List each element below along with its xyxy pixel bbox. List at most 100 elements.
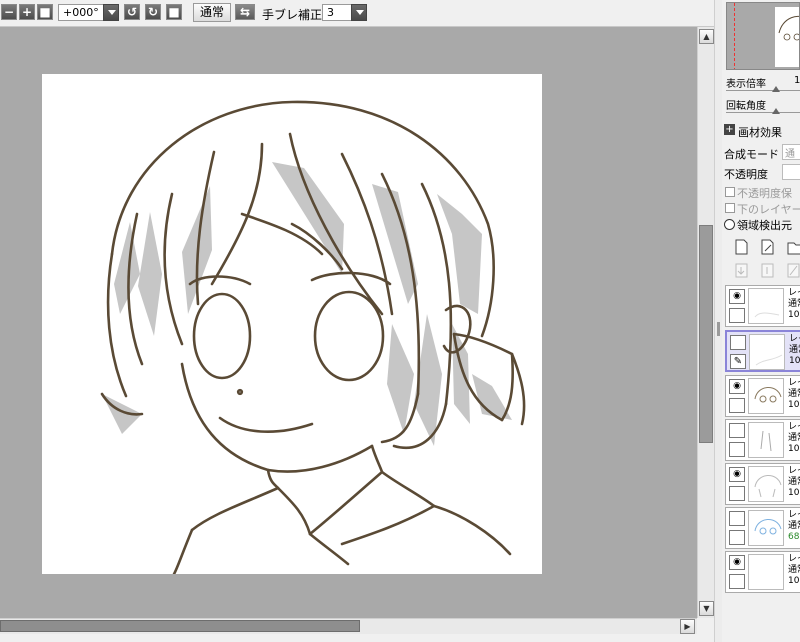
eye-icon: ◉ [733,469,741,479]
layer-item[interactable]: レイ 通常 68% [725,507,800,549]
new-layer-icon[interactable] [735,239,748,255]
layer-item[interactable]: ◉ レイ 通常 100 [725,285,800,327]
protect-opacity-label: 不透明度保 [737,187,792,200]
divider-grip[interactable] [717,322,720,336]
layer-lock-checkbox[interactable] [729,574,745,589]
layer-opacity: 100 [789,356,800,366]
blend-mode-label: 合成モード [724,148,779,161]
rotate-ccw-icon: ↺ [126,5,138,19]
layer-visibility-toggle[interactable] [729,511,745,526]
horizontal-scroll-thumb[interactable] [0,620,360,632]
layer-visibility-toggle[interactable]: ◉ [729,289,745,304]
new-linework-layer-icon[interactable] [761,239,774,255]
canvas-workspace[interactable] [0,27,697,618]
layer-visibility-toggle[interactable] [729,423,745,438]
layer-thumbnail [749,334,785,370]
ink-lines [100,100,526,576]
layer-lock-checkbox[interactable] [729,308,745,323]
stabilizer-dropdown-arrow[interactable] [351,4,367,21]
square-icon: ■ [168,5,180,19]
merge-down-icon[interactable] [735,263,748,278]
arrow-up-icon: ▲ [703,32,710,41]
layer-thumbnail [748,422,784,458]
layer-mode: 通常 [788,521,800,531]
area-source-label: 領域検出元 [737,219,792,232]
navigator-view-marker [734,3,735,69]
layer-mode: 通常 [788,299,800,309]
scroll-up-button[interactable]: ▲ [699,29,714,44]
minus-icon: − [3,5,15,19]
character-sketch [100,100,526,576]
layer-item[interactable]: ◉ レイ 通常 100 [725,551,800,593]
layer-edit-indicator[interactable]: ✎ [730,354,746,369]
reset-rotation-button[interactable]: ■ [166,4,182,20]
plus-zoom-button[interactable]: + [19,4,35,20]
drawing-canvas[interactable] [42,74,542,576]
layer-opacity: 100 [788,400,800,410]
zoom-slider-knob[interactable] [772,86,780,92]
layer-mode: 通常 [788,389,800,399]
navigator-thumbnail [775,7,799,67]
square-icon: ■ [39,5,51,19]
stabilizer-label: 手ブレ補正 [262,8,323,22]
layer-name: レイ [788,422,800,432]
layer-lock-checkbox[interactable] [729,442,745,457]
layer-name: レイ [788,378,800,388]
clear-layer-icon[interactable] [787,263,800,278]
zoom-slider-track[interactable] [726,90,800,91]
arrow-right-icon: ▶ [684,622,691,631]
layer-name: レイ [788,466,800,476]
layer-visibility-toggle[interactable] [730,335,746,350]
rotate-cw-icon: ↻ [147,5,159,19]
blend-mode-select[interactable]: 通 [782,144,800,160]
vertical-scroll-thumb[interactable] [699,225,713,443]
vertical-scrollbar[interactable]: ▲ ▼ [697,27,715,618]
flip-arrows-icon: ⇆ [239,5,251,19]
layer-name: レイ [788,288,800,298]
layer-item[interactable]: レイ 通常 100 [725,419,800,461]
zoom-label: 表示倍率 [726,79,766,90]
layer-item-selected[interactable]: ✎ レイ 通常 100 [725,330,800,372]
clip-lower-checkbox[interactable] [725,203,735,213]
layer-item[interactable]: ◉ レイ 通常 100 [725,375,800,417]
layer-visibility-toggle[interactable]: ◉ [729,379,745,394]
rotation-dropdown-arrow[interactable] [103,4,119,21]
minus-zoom-button[interactable]: − [1,4,17,20]
rotate-left-button[interactable]: ↺ [124,4,140,20]
layer-item[interactable]: ◉ レイ 通常 100 [725,463,800,505]
layer-lock-checkbox[interactable] [729,530,745,545]
layer-visibility-toggle[interactable]: ◉ [729,467,745,482]
layer-actions-row-1 [735,239,800,255]
protect-opacity-checkbox[interactable] [725,187,735,197]
opacity-label: 不透明度 [724,168,768,181]
plus-icon: + [21,5,33,19]
rotate-right-button[interactable]: ↻ [145,4,161,20]
eye-icon: ◉ [733,557,741,567]
layer-thumbnail [748,466,784,502]
layer-name: レイ [788,510,800,520]
rotation-slider-track[interactable] [726,112,800,113]
layer-lock-checkbox[interactable] [729,486,745,501]
expand-plus-icon[interactable]: + [724,124,735,135]
horizontal-scrollbar[interactable]: ▶ [0,618,697,634]
opacity-field[interactable] [782,164,800,180]
navigator-preview[interactable] [726,2,800,70]
blend-normal-button[interactable]: 通常 [193,3,231,22]
layer-lock-checkbox[interactable] [729,398,745,413]
area-source-radio[interactable] [724,219,735,230]
scroll-down-button[interactable]: ▼ [699,601,714,616]
flip-horizontal-button[interactable]: ⇆ [235,4,255,20]
layer-thumbnail [748,554,784,590]
reset-zoom-button[interactable]: ■ [37,4,53,20]
new-folder-icon[interactable] [787,242,800,255]
layer-thumbnail [748,510,784,546]
layer-mode: 通常 [788,433,800,443]
layer-mode: 通常 [789,345,800,355]
rotation-slider-knob[interactable] [772,108,780,114]
layer-visibility-toggle[interactable]: ◉ [729,555,745,570]
material-effect-label[interactable]: 画材効果 [738,124,782,140]
scroll-right-button[interactable]: ▶ [680,619,695,634]
zoom-value: 1 [794,75,800,86]
layer-name: レイ [788,554,800,564]
transfer-down-icon[interactable] [761,263,774,278]
